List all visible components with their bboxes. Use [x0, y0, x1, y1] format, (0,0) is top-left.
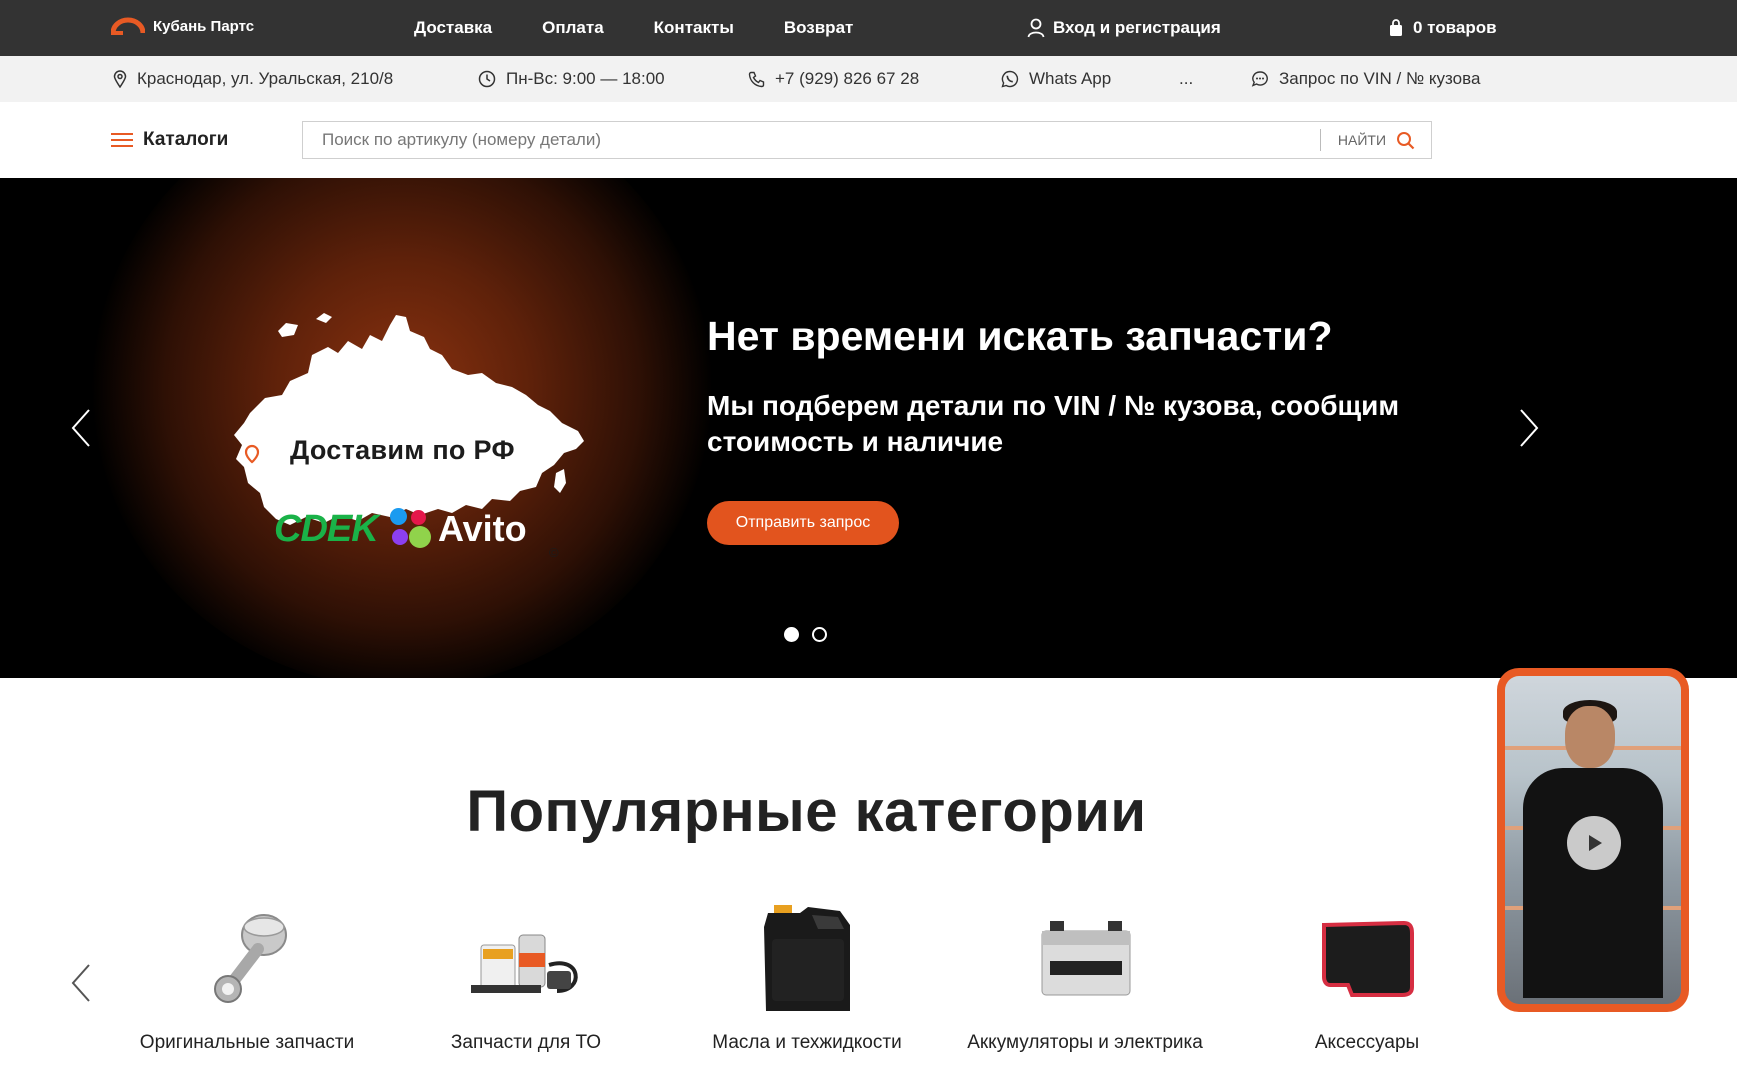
hero-title: Нет времени искать запчасти? [707, 313, 1333, 359]
phone-link[interactable]: +7 (929) 826 67 28 [748, 56, 919, 102]
category-accessories[interactable]: Аксессуары [1237, 905, 1497, 1055]
avito-logo-icon [390, 508, 432, 550]
category-maintenance-parts[interactable]: Запчасти для ТО [396, 905, 656, 1055]
chat-icon [1251, 71, 1268, 87]
slider-dots [784, 627, 827, 642]
popular-categories-title: Популярные категории [466, 779, 1147, 844]
category-label: Запчасти для ТО [450, 1032, 602, 1053]
user-icon [1027, 18, 1045, 38]
nav-delivery[interactable]: Доставка [414, 18, 492, 38]
oil-canister-icon [764, 905, 850, 1011]
whatsapp-icon [1001, 70, 1019, 88]
address[interactable]: Краснодар, ул. Уральская, 210/8 [113, 56, 393, 102]
top-bar: Кубань Партс Доставка Оплата Контакты Во… [0, 0, 1737, 56]
map-pin-icon [113, 70, 127, 88]
hours-label: Пн-Вс: 9:00 — 18:00 [506, 69, 665, 88]
category-label: Оригинальные запчасти [139, 1032, 355, 1053]
piston-icon [214, 914, 287, 1003]
whatsapp-link[interactable]: Whats App [1001, 56, 1111, 102]
video-preview [1505, 676, 1681, 1004]
catalogs-button[interactable]: Каталоги [111, 102, 228, 178]
vin-request-link[interactable]: Запрос по VIN / № кузова [1251, 56, 1480, 102]
hero-map-caption: Доставим по РФ [290, 435, 515, 465]
maintenance-kit-icon [471, 934, 578, 993]
hero-subtitle: Мы подберем детали по VIN / № кузова, со… [707, 390, 1400, 457]
nav-returns[interactable]: Возврат [784, 18, 854, 38]
vin-request-label: Запрос по VIN / № кузова [1279, 69, 1481, 88]
info-bar: Краснодар, ул. Уральская, 210/8 Пн-Вс: 9… [0, 56, 1737, 102]
phone-icon [748, 71, 765, 87]
search-button[interactable]: НАЙТИ [1321, 131, 1431, 150]
slider-dot-1[interactable] [784, 627, 799, 642]
category-label: Масла и техжидкости [712, 1032, 902, 1053]
hero-prev-arrow-icon[interactable] [70, 408, 92, 448]
more-contacts[interactable]: ... [1179, 56, 1193, 102]
main-nav: Доставка Оплата Контакты Возврат [414, 0, 903, 56]
nav-contacts[interactable]: Контакты [654, 18, 734, 38]
search-row: Каталоги НАЙТИ [0, 102, 1737, 178]
login-label: Вход и регистрация [1053, 18, 1221, 37]
shopping-bag-icon [1390, 19, 1402, 36]
more-label: ... [1179, 69, 1194, 88]
category-label: Аксессуары [1314, 1032, 1420, 1053]
cdek-logo: CDEK [274, 508, 379, 550]
catalogs-label: Каталоги [143, 129, 229, 150]
whatsapp-label: Whats App [1029, 69, 1112, 88]
hero-slider: Доставим по РФ CDEK Avito © Нет времени … [0, 178, 1737, 678]
category-label: Аккумуляторы и электрика [967, 1032, 1203, 1053]
cart-link[interactable]: 0 товаров [1389, 0, 1497, 56]
logo[interactable]: Кубань Партс [111, 17, 254, 35]
logo-text: Кубань Партс [153, 17, 255, 35]
hero-next-arrow-icon[interactable] [1518, 408, 1540, 448]
category-batteries-electrics[interactable]: Аккумуляторы и электрика [955, 905, 1215, 1055]
category-original-parts[interactable]: Оригинальные запчасти [117, 905, 377, 1055]
clock-icon [478, 70, 496, 88]
floor-mat-icon [1322, 920, 1414, 997]
categories-prev-arrow-icon[interactable] [70, 963, 92, 1003]
slider-dot-2[interactable] [812, 627, 827, 642]
search-box: НАЙТИ [302, 121, 1432, 159]
play-icon[interactable] [1567, 816, 1621, 870]
video-widget[interactable] [1497, 668, 1689, 1012]
login-link[interactable]: Вход и регистрация [1027, 0, 1221, 56]
copyright-mark: © [549, 545, 559, 560]
search-input[interactable] [303, 122, 1320, 158]
working-hours: Пн-Вс: 9:00 — 18:00 [478, 56, 665, 102]
search-button-label: НАЙТИ [1337, 132, 1386, 148]
nav-payment[interactable]: Оплата [542, 18, 604, 38]
address-label: Краснодар, ул. Уральская, 210/8 [137, 69, 394, 88]
search-icon [1397, 131, 1415, 149]
logo-icon [111, 17, 145, 35]
category-oils-fluids[interactable]: Масла и техжидкости [677, 905, 937, 1055]
russia-map-image [234, 313, 584, 525]
avito-logo-text: Avito [438, 508, 527, 549]
menu-icon [111, 133, 133, 147]
phone-label: +7 (929) 826 67 28 [775, 69, 920, 88]
battery-icon [1041, 921, 1131, 996]
cart-label: 0 товаров [1413, 18, 1497, 37]
send-request-button[interactable]: Отправить запрос [707, 501, 899, 545]
